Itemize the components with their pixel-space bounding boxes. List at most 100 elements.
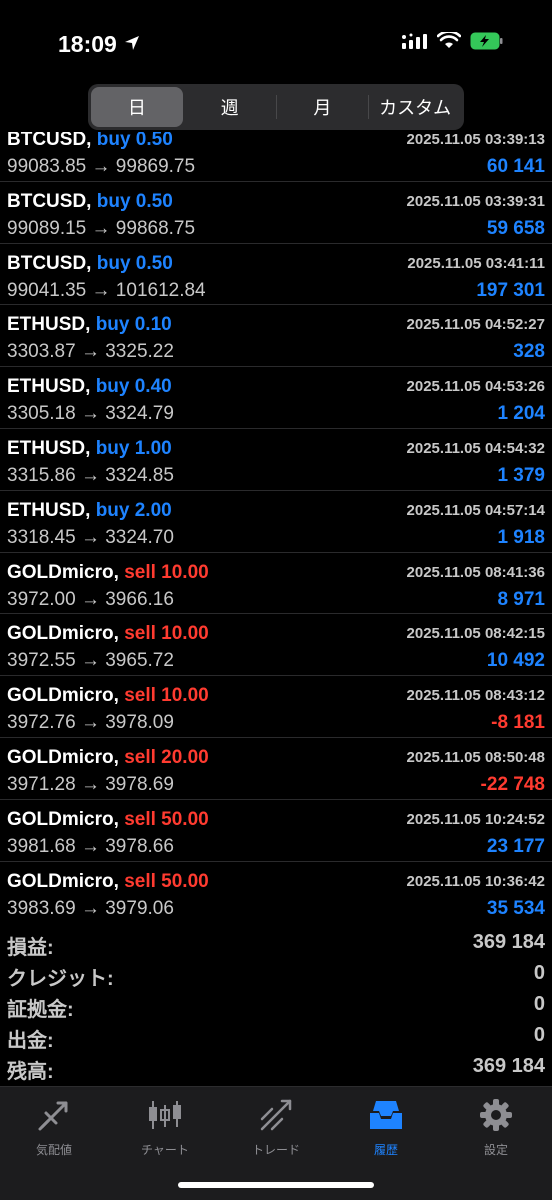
deal-row[interactable]: GOLDmicro, sell 50.00 2025.11.05 10:24:52… — [0, 800, 552, 862]
deal-row[interactable]: BTCUSD, buy 0.50 2025.11.05 03:41:11 99041… — [0, 244, 552, 306]
deal-side: buy 0.50 — [96, 132, 173, 150]
segment-week[interactable]: 週 — [184, 87, 276, 127]
deal-row[interactable]: GOLDmicro, sell 20.00 2025.11.05 08:50:48… — [0, 738, 552, 800]
deal-side: sell 10.00 — [124, 623, 209, 645]
segment-month[interactable]: 月 — [277, 87, 369, 127]
symbol-text: GOLDmicro, — [7, 623, 119, 645]
deal-symbol: ETHUSD, buy 0.10 — [7, 314, 172, 336]
deal-side: sell 10.00 — [124, 685, 209, 707]
deal-symbol: GOLDmicro, sell 50.00 — [7, 809, 209, 831]
deal-row[interactable]: GOLDmicro, sell 10.00 2025.11.05 08:41:36… — [0, 553, 552, 615]
deal-profit: -22 748 — [480, 773, 545, 795]
symbol-text: ETHUSD, — [7, 376, 91, 398]
tab-history[interactable]: 履歴 — [331, 1095, 441, 1159]
deal-prices: 3303.87 → 3325.22 — [7, 341, 174, 363]
deal-side: sell 20.00 — [124, 746, 209, 768]
deal-row[interactable]: ETHUSD, buy 2.00 2025.11.05 04:57:14 3318.… — [0, 491, 552, 553]
deal-time: 2025.11.05 03:39:31 — [406, 192, 545, 210]
summary-label: 損益: — [7, 937, 54, 959]
summary-value: 0 — [533, 962, 545, 984]
segment-label: 日 — [127, 98, 146, 118]
deal-prices: 99083.85 → 99869.75 — [7, 156, 196, 177]
symbol-text: ETHUSD, — [7, 437, 91, 459]
clock-text: 18:09 — [58, 31, 117, 57]
deal-row[interactable]: GOLDmicro, sell 50.00 2025.11.05 10:36:42… — [0, 862, 552, 922]
deal-history-list[interactable]: BTCUSD, buy 0.50 2025.11.05 03:39:13 99083… — [0, 132, 552, 922]
deal-profit: 8 971 — [497, 588, 545, 610]
summary-withdrawal: 出金: 0 — [0, 1021, 552, 1052]
deal-symbol: BTCUSD, buy 0.50 — [7, 191, 173, 213]
summary-profit: 損益: 369 184 — [0, 928, 552, 959]
tab-settings[interactable]: 設定 — [441, 1095, 551, 1159]
deal-side: buy 0.50 — [96, 190, 173, 212]
tab-label: 設定 — [483, 1143, 508, 1157]
symbol-text: GOLDmicro, — [7, 561, 119, 583]
deal-row[interactable]: ETHUSD, buy 0.40 2025.11.05 04:53:26 3305.… — [0, 367, 552, 429]
deal-prices: 3972.55 → 3965.72 — [7, 650, 174, 672]
status-time: 18:09 — [58, 31, 141, 58]
segment-label: カスタム — [379, 98, 452, 118]
chart-icon — [145, 1095, 185, 1135]
symbol-text: GOLDmicro, — [7, 746, 119, 768]
deal-profit: 197 301 — [476, 279, 545, 301]
deal-symbol: GOLDmicro, sell 10.00 — [7, 623, 209, 645]
deal-prices: 3981.68 → 3978.66 — [7, 835, 174, 857]
deal-row[interactable]: GOLDmicro, sell 10.00 2025.11.05 08:43:12… — [0, 676, 552, 738]
deal-profit: 23 177 — [486, 835, 545, 857]
home-indicator[interactable] — [178, 1182, 374, 1188]
summary-deposit: 証拠金: 0 — [0, 990, 552, 1021]
deal-symbol: GOLDmicro, sell 10.00 — [7, 685, 209, 707]
tab-trade[interactable]: トレード — [221, 1095, 331, 1159]
symbol-text: ETHUSD, — [7, 499, 91, 521]
symbol-text: GOLDmicro, — [7, 808, 119, 830]
deal-profit: 10 492 — [486, 650, 545, 672]
tab-quotes[interactable]: 気配値 — [0, 1095, 109, 1159]
account-summary: 損益: 369 184 クレジット: 0 証拠金: 0 出金: 0 残高: 36… — [0, 928, 552, 1083]
tab-label: トレード — [251, 1143, 300, 1157]
deal-side: buy 0.50 — [96, 252, 173, 274]
deal-symbol: BTCUSD, buy 0.50 — [7, 132, 173, 151]
deal-time: 2025.11.05 03:41:11 — [407, 254, 545, 272]
deal-prices: 3305.18 → 3324.79 — [7, 403, 174, 425]
quotes-icon — [34, 1095, 74, 1135]
summary-label: クレジット: — [7, 968, 114, 990]
deal-row[interactable]: ETHUSD, buy 1.00 2025.11.05 04:54:32 3315.… — [0, 429, 552, 491]
history-icon — [366, 1095, 406, 1135]
symbol-text: ETHUSD, — [7, 314, 91, 336]
deal-time: 2025.11.05 08:43:12 — [406, 687, 545, 705]
deal-symbol: GOLDmicro, sell 20.00 — [7, 747, 209, 769]
deal-prices: 99089.15 → 99868.75 — [7, 217, 196, 239]
deal-prices: 3972.76 → 3978.09 — [7, 712, 174, 734]
deal-side: buy 2.00 — [95, 499, 172, 521]
deal-symbol: ETHUSD, buy 0.40 — [7, 376, 172, 398]
deal-row[interactable]: BTCUSD, buy 0.50 2025.11.05 03:39:31 99089… — [0, 182, 552, 244]
deal-prices: 3983.69 → 3979.06 — [7, 897, 174, 919]
deal-row[interactable]: GOLDmicro, sell 10.00 2025.11.05 08:42:15… — [0, 614, 552, 677]
deal-symbol: GOLDmicro, sell 10.00 — [7, 562, 209, 584]
summary-balance: 残高: 369 184 — [0, 1052, 552, 1083]
deal-prices: 3318.45 → 3324.70 — [7, 526, 174, 548]
deal-profit: 59 658 — [486, 217, 545, 239]
deal-profit: 1 379 — [497, 464, 545, 486]
symbol-text: BTCUSD, — [7, 190, 92, 212]
deal-side: sell 50.00 — [124, 808, 209, 830]
tab-chart[interactable]: チャート — [110, 1095, 220, 1159]
deal-row[interactable]: ETHUSD, buy 0.10 2025.11.05 04:52:27 3303.… — [0, 305, 552, 368]
segment-day[interactable]: 日 — [91, 87, 183, 127]
deal-time: 2025.11.05 04:57:14 — [406, 501, 545, 519]
deal-prices: 99041.35 → 101612.84 — [7, 279, 206, 301]
symbol-text: BTCUSD, — [7, 132, 92, 150]
summary-value: 369 184 — [472, 1055, 545, 1077]
deal-side: sell 50.00 — [124, 870, 209, 892]
segment-label: 月 — [313, 98, 332, 118]
segment-custom[interactable]: カスタム — [369, 87, 461, 127]
deal-profit: -8 181 — [491, 712, 545, 734]
deal-symbol: BTCUSD, buy 0.50 — [7, 253, 173, 275]
symbol-text: GOLDmicro, — [7, 685, 119, 707]
deal-row[interactable]: BTCUSD, buy 0.50 2025.11.05 03:39:13 99083… — [0, 132, 552, 182]
deal-symbol: ETHUSD, buy 2.00 — [7, 500, 172, 522]
location-arrow-icon — [123, 31, 141, 58]
deal-history-rows: BTCUSD, buy 0.50 2025.11.05 03:39:13 99083… — [0, 132, 552, 922]
segment-label: 週 — [220, 98, 239, 118]
deal-time: 2025.11.05 04:54:32 — [406, 439, 545, 457]
